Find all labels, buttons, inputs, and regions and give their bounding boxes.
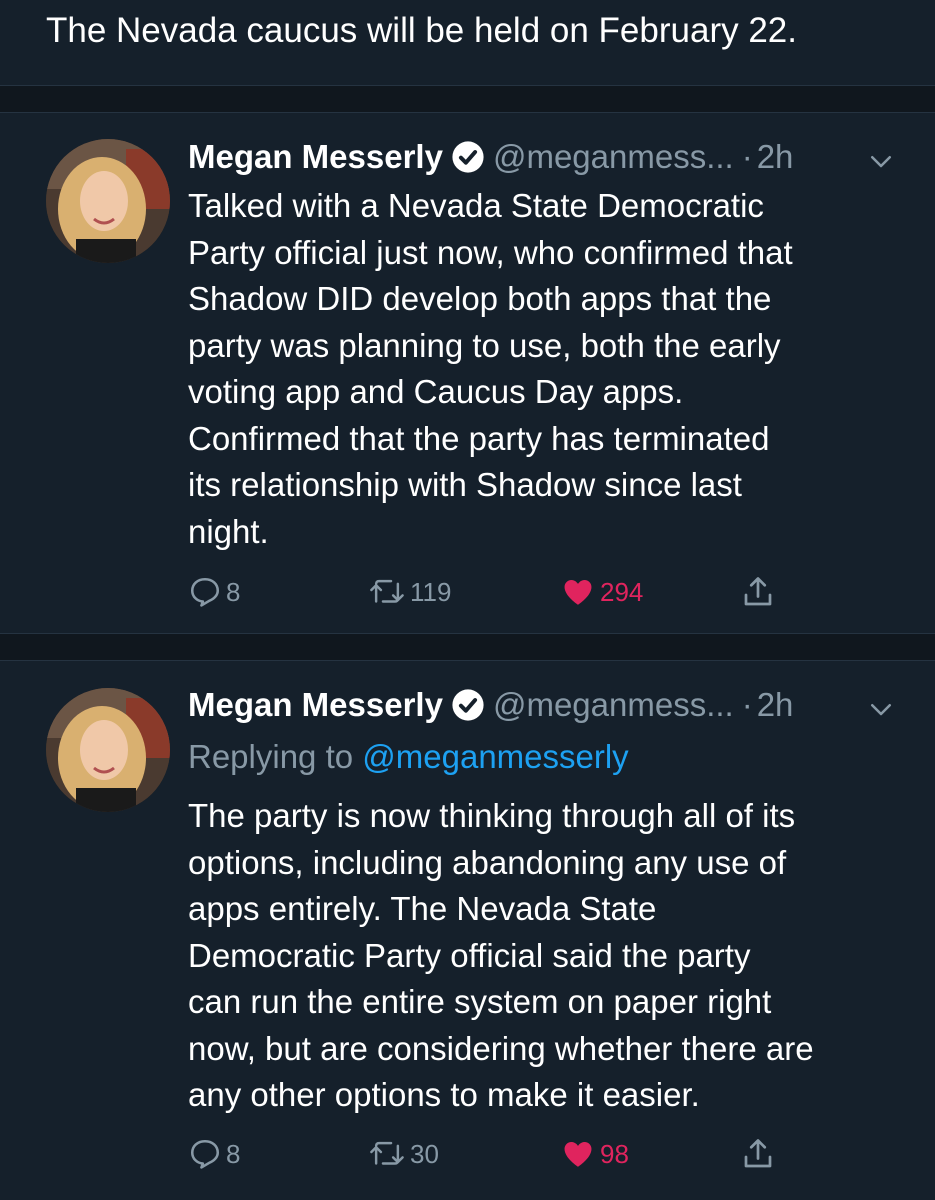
chevron-down-icon[interactable] bbox=[866, 146, 896, 176]
retweet-icon bbox=[370, 579, 404, 603]
reply-count: 8 bbox=[226, 1138, 241, 1169]
reply-button[interactable]: 8 bbox=[188, 572, 240, 612]
like-count: 98 bbox=[600, 1138, 629, 1169]
thread-divider bbox=[0, 85, 935, 113]
timestamp[interactable]: 2h bbox=[757, 686, 794, 724]
replying-to-mention[interactable]: @meganmesserly bbox=[362, 738, 628, 775]
chevron-down-icon[interactable] bbox=[866, 694, 896, 724]
retweet-button[interactable]: 30 bbox=[368, 1134, 439, 1174]
reply-bubble-icon bbox=[190, 1139, 220, 1169]
share-icon bbox=[744, 577, 772, 606]
like-count: 294 bbox=[600, 576, 644, 607]
author-handle[interactable]: @meganmess... bbox=[493, 686, 734, 724]
tweet-actions: 8 119 294 bbox=[188, 572, 908, 612]
replying-to-label: Replying to bbox=[188, 738, 363, 775]
separator-dot: · bbox=[741, 686, 753, 723]
author-name[interactable]: Megan Messerly bbox=[188, 138, 443, 176]
reply-count: 8 bbox=[226, 576, 241, 607]
heart-icon bbox=[564, 579, 592, 605]
reply-button[interactable]: 8 bbox=[188, 1134, 240, 1174]
tweet-1[interactable]: Megan Messerly @meganmess... · 2h Talked… bbox=[0, 112, 935, 632]
heart-icon bbox=[564, 1141, 592, 1167]
author-handle[interactable]: @meganmess... bbox=[493, 138, 734, 176]
like-button[interactable]: 294 bbox=[560, 572, 643, 612]
share-icon bbox=[744, 1139, 772, 1168]
verified-badge-icon bbox=[452, 689, 484, 721]
avatar[interactable] bbox=[46, 139, 170, 263]
retweet-button[interactable]: 119 bbox=[368, 572, 451, 612]
tweet-2[interactable]: Megan Messerly @meganmess... · 2h Replyi… bbox=[0, 660, 935, 1200]
tweet-actions: 8 30 98 bbox=[188, 1134, 908, 1174]
timestamp[interactable]: 2h bbox=[757, 138, 794, 176]
tweet-text: The party is now thinking through all of… bbox=[188, 797, 814, 1113]
tweet-text: Talked with a Nevada State Democratic Pa… bbox=[188, 187, 793, 550]
separator-dot: · bbox=[741, 138, 753, 175]
retweet-count: 30 bbox=[410, 1138, 439, 1169]
tweet-header: Megan Messerly @meganmess... · 2h bbox=[188, 682, 793, 728]
verified-badge-icon bbox=[452, 141, 484, 173]
thread-divider bbox=[0, 633, 935, 661]
replying-to-line: Replying to @meganmesserly bbox=[188, 734, 629, 780]
retweet-count: 119 bbox=[410, 576, 452, 607]
avatar[interactable] bbox=[46, 688, 170, 812]
share-button[interactable] bbox=[740, 572, 776, 612]
tweet-header: Megan Messerly @meganmess... · 2h bbox=[188, 134, 793, 180]
like-button[interactable]: 98 bbox=[560, 1134, 629, 1174]
reply-bubble-icon bbox=[190, 577, 220, 607]
previous-tweet-text: The Nevada caucus will be held on Februa… bbox=[46, 11, 797, 50]
share-button[interactable] bbox=[740, 1134, 776, 1174]
author-name[interactable]: Megan Messerly bbox=[188, 686, 443, 724]
retweet-icon bbox=[370, 1141, 404, 1165]
